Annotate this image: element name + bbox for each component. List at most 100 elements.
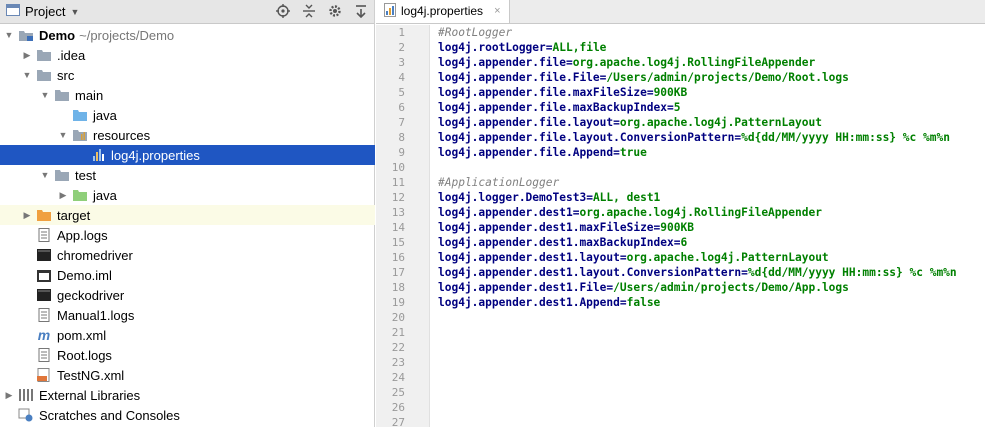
line-number: 24 [391, 371, 405, 384]
code-line[interactable]: log4j.logger.DemoTest3=ALL, dest1 [438, 190, 957, 205]
tree-item-label: Root.logs [57, 347, 112, 363]
chevron-right-icon[interactable]: ▶ [4, 390, 14, 400]
code-line[interactable]: log4j.appender.file.layout=org.apache.lo… [438, 115, 957, 130]
tree-item-label: pom.xml [57, 327, 107, 343]
code-line[interactable]: #RootLogger [438, 25, 957, 40]
tree-item-java[interactable]: java [0, 105, 375, 125]
code-line[interactable] [438, 160, 957, 175]
property-value: 900KB [653, 86, 688, 99]
tree-item-label: Scratches and Consoles [39, 407, 180, 423]
gear-icon[interactable] [328, 4, 342, 18]
code-line[interactable]: log4j.appender.file.maxFileSize=900KB [438, 85, 957, 100]
tree-item-demo[interactable]: ▼ Demo ~/projects/Demo [0, 25, 375, 45]
locate-target-icon[interactable] [276, 4, 290, 18]
tree-item-test[interactable]: ▼ test [0, 165, 375, 185]
tab-log4j-properties[interactable]: log4j.properties × [376, 0, 510, 23]
tree-item-log4j-properties[interactable]: log4j.properties [0, 145, 375, 165]
line-number: 1 [398, 26, 405, 39]
tree-item-src[interactable]: ▼ src [0, 65, 375, 85]
tree-item-demo-iml[interactable]: Demo.iml [0, 265, 375, 285]
project-view-selector[interactable]: Project ▼ [6, 4, 79, 19]
code-line[interactable]: log4j.appender.dest1=org.apache.log4j.Ro… [438, 205, 957, 220]
tree-item-label: test [75, 167, 96, 183]
tree-item-chromedriver[interactable]: chromedriver [0, 245, 375, 265]
properties-icon [90, 148, 106, 162]
property-key: log4j.appender.dest1.File [438, 281, 607, 294]
code-text[interactable]: #RootLogger log4j.rootLogger=ALL,file log4… [438, 25, 957, 310]
line-number: 22 [391, 341, 405, 354]
project-path: ~/projects/Demo [79, 27, 175, 43]
folder-gray-icon [36, 48, 52, 62]
code-line[interactable]: log4j.appender.dest1.layout.ConversionPa… [438, 265, 957, 280]
chevron-right-icon[interactable]: ▶ [58, 190, 68, 200]
code-line[interactable]: log4j.appender.dest1.maxFileSize=900KB [438, 220, 957, 235]
tree-item-java[interactable]: ▶ java [0, 185, 375, 205]
tree-item-label: TestNG.xml [57, 367, 125, 383]
tree-item-pom-xml[interactable]: m pom.xml [0, 325, 375, 345]
project-tree: ▼ Demo ~/projects/Demo ▶ .idea ▼ src ▼ main java ▼… [0, 25, 375, 425]
tree-item-app-logs[interactable]: App.logs [0, 225, 375, 245]
chevron-down-icon[interactable]: ▼ [22, 70, 32, 80]
folder-blue-icon [72, 108, 88, 122]
code-line[interactable]: log4j.appender.file=org.apache.log4j.Rol… [438, 55, 957, 70]
tree-item-testng-xml[interactable]: TestNG.xml [0, 365, 375, 385]
code-line[interactable]: log4j.appender.dest1.Append=false [438, 295, 957, 310]
code-line[interactable]: log4j.appender.dest1.maxBackupIndex=6 [438, 235, 957, 250]
tree-item-geckodriver[interactable]: geckodriver [0, 285, 375, 305]
property-value: org.apache.log4j.RollingFileAppender [579, 206, 822, 219]
code-line[interactable]: log4j.appender.file.File=/Users/admin/pr… [438, 70, 957, 85]
chevron-down-icon[interactable]: ▼ [58, 130, 68, 140]
chevron-right-icon[interactable]: ▶ [22, 50, 32, 60]
libraries-icon [18, 388, 34, 402]
code-line[interactable]: log4j.rootLogger=ALL,file [438, 40, 957, 55]
tree-item-resources[interactable]: ▼ resources [0, 125, 375, 145]
line-number: 20 [391, 311, 405, 324]
property-value: ALL, dest1 [592, 191, 661, 204]
tree-item-label: App.logs [57, 227, 108, 243]
code-line[interactable]: log4j.appender.dest1.layout=org.apache.l… [438, 250, 957, 265]
line-number: 25 [391, 386, 405, 399]
line-number: 5 [398, 86, 405, 99]
editor-tabs: log4j.properties × [376, 0, 985, 24]
tree-item-main[interactable]: ▼ main [0, 85, 375, 105]
equals-sign: = [545, 41, 553, 54]
tree-item-label: resources [93, 127, 151, 143]
tree-item-scratches-and-consoles[interactable]: Scratches and Consoles [0, 405, 375, 425]
tree-item--idea[interactable]: ▶ .idea [0, 45, 375, 65]
property-value: org.apache.log4j.RollingFileAppender [572, 56, 816, 69]
close-tab-icon[interactable]: × [494, 5, 500, 17]
chevron-right-icon[interactable]: ▶ [22, 210, 32, 220]
collapse-all-icon[interactable] [302, 4, 316, 18]
tree-item-label: Manual1.logs [57, 307, 135, 323]
chevron-down-icon[interactable]: ▼ [40, 90, 50, 100]
property-key: log4j.appender.dest1.maxBackupIndex [438, 236, 674, 249]
equals-sign: = [619, 251, 627, 264]
tree-item-external-libraries[interactable]: ▶ External Libraries [0, 385, 375, 405]
tree-item-label: External Libraries [39, 387, 141, 403]
line-number: 18 [391, 281, 405, 294]
text-file-icon [36, 348, 52, 362]
tree-item-manual1-logs[interactable]: Manual1.logs [0, 305, 375, 325]
exec-file-icon [36, 288, 52, 302]
chevron-down-icon[interactable]: ▼ [4, 30, 14, 40]
text-file-icon [36, 308, 52, 322]
hide-panel-icon[interactable] [354, 4, 368, 18]
code-line[interactable]: log4j.appender.dest1.File=/Users/admin/p… [438, 280, 957, 295]
equals-sign: = [613, 146, 620, 159]
code-line[interactable]: #ApplicationLogger [438, 175, 957, 190]
property-key: log4j.logger.DemoTest3 [438, 191, 587, 204]
line-number: 15 [391, 236, 405, 249]
code-line[interactable]: log4j.appender.file.Append=true [438, 145, 957, 160]
tree-item-root-logs[interactable]: Root.logs [0, 345, 375, 365]
code-line[interactable]: log4j.appender.file.maxBackupIndex=5 [438, 100, 957, 115]
xml-file-icon [36, 368, 52, 382]
tree-item-label: .idea [57, 47, 86, 63]
code-line[interactable]: log4j.appender.file.layout.ConversionPat… [438, 130, 957, 145]
property-key: log4j.appender.file [438, 56, 566, 69]
folder-orange-icon [36, 208, 52, 222]
tree-item-target[interactable]: ▶ target [0, 205, 375, 225]
chevron-down-icon[interactable]: ▼ [40, 170, 50, 180]
